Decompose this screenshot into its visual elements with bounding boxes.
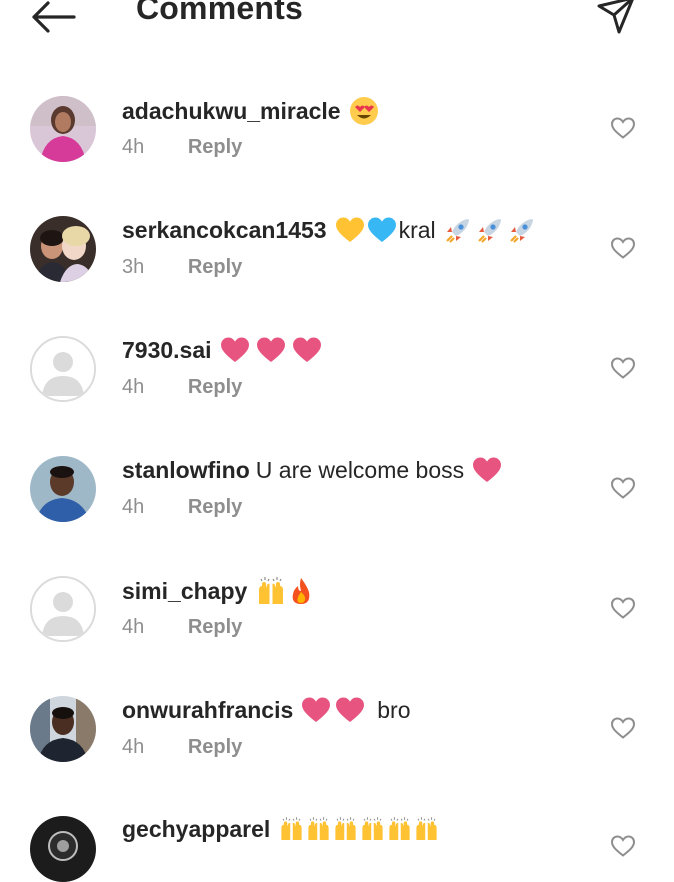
- comment-emojis-before: [335, 216, 397, 244]
- comment-emojis: [472, 456, 502, 484]
- comment-username[interactable]: serkancokcan1453: [122, 217, 327, 244]
- pink-heart-emoji-icon: [220, 337, 249, 362]
- reply-button[interactable]: Reply: [188, 376, 242, 399]
- comment-text: U are welcome boss: [255, 456, 465, 483]
- rocket-emoji-icon: [445, 219, 469, 243]
- comment-username[interactable]: gechyapparel: [122, 816, 270, 843]
- pink-heart-emoji-icon: [292, 337, 321, 362]
- comment-emojis: [444, 216, 536, 244]
- reply-button[interactable]: Reply: [188, 616, 242, 639]
- comment-item: gechyapparel: [0, 810, 674, 882]
- comment-username[interactable]: stanlowfino: [122, 457, 250, 484]
- fire-emoji-icon: [292, 578, 310, 604]
- comment-item: onwurahfrancis bro 4h Reply: [0, 690, 674, 810]
- pink-heart-emoji-icon: [256, 337, 285, 362]
- pink-heart-emoji-icon: [336, 697, 365, 722]
- heart-icon[interactable]: [610, 116, 636, 140]
- heart-icon[interactable]: [610, 716, 636, 740]
- pink-heart-emoji-icon: [473, 457, 502, 482]
- comment-item: serkancokcan1453 kral 3h Reply: [0, 210, 674, 330]
- blue-heart-emoji-icon: [367, 217, 396, 242]
- heart-icon[interactable]: [610, 236, 636, 260]
- raising-hands-emoji-icon: [308, 817, 329, 840]
- comment-time: 4h: [122, 616, 145, 638]
- raising-hands-emoji-icon: [389, 817, 410, 840]
- comment-username[interactable]: 7930.sai: [122, 337, 212, 364]
- arrow-left-icon: [32, 1, 76, 33]
- heart-eyes-emoji-icon: [349, 97, 378, 125]
- raising-hands-emoji-icon: [335, 817, 356, 840]
- reply-button[interactable]: Reply: [188, 496, 242, 519]
- avatar-default[interactable]: [30, 576, 96, 642]
- comment-item: simi_chapy 4h Reply: [0, 570, 674, 690]
- yellow-heart-emoji-icon: [335, 217, 364, 242]
- reply-button[interactable]: Reply: [188, 736, 242, 759]
- rocket-emoji-icon: [509, 219, 533, 243]
- heart-icon[interactable]: [610, 476, 636, 500]
- avatar[interactable]: [30, 216, 96, 282]
- comment-item: 7930.sai 4h Reply: [0, 330, 674, 450]
- rocket-emoji-icon: [477, 219, 501, 243]
- comment-time: 4h: [122, 376, 145, 398]
- comment-time: 4h: [122, 136, 145, 158]
- share-button[interactable]: [593, 0, 637, 36]
- back-button[interactable]: [30, 0, 78, 34]
- comment-emojis: [349, 96, 379, 126]
- heart-icon[interactable]: [610, 596, 636, 620]
- comment-item: stanlowfino U are welcome boss 4h Reply: [0, 450, 674, 570]
- raising-hands-emoji-icon: [281, 817, 302, 840]
- comment-text: bro: [377, 696, 411, 723]
- comment-time: 3h: [122, 256, 145, 278]
- raising-hands-emoji-icon: [259, 577, 284, 604]
- heart-icon[interactable]: [610, 834, 636, 858]
- paper-plane-icon: [597, 0, 634, 34]
- header: Comments: [0, 0, 674, 60]
- avatar[interactable]: [30, 696, 96, 762]
- pink-heart-emoji-icon: [302, 697, 331, 722]
- comment-time: 4h: [122, 496, 145, 518]
- heart-icon[interactable]: [610, 356, 636, 380]
- comment-emojis-before: [301, 696, 365, 724]
- reply-button[interactable]: Reply: [188, 256, 242, 279]
- comment-username[interactable]: adachukwu_miracle: [122, 98, 341, 125]
- comment-text: kral: [398, 216, 436, 243]
- raising-hands-emoji-icon: [416, 817, 437, 840]
- comment-emojis: [255, 576, 313, 606]
- comment-time: 4h: [122, 736, 145, 758]
- raising-hands-emoji-icon: [362, 817, 383, 840]
- comment-username[interactable]: onwurahfrancis: [122, 697, 293, 724]
- page-title: Comments: [136, 0, 303, 26]
- avatar[interactable]: [30, 96, 96, 162]
- comment-emojis: [278, 814, 440, 844]
- comment-username[interactable]: simi_chapy: [122, 578, 247, 605]
- avatar[interactable]: [30, 456, 96, 522]
- avatar-default[interactable]: [30, 336, 96, 402]
- reply-button[interactable]: Reply: [188, 136, 242, 159]
- comment-emojis: [220, 336, 322, 364]
- comment-item: adachukwu_miracle 4h Reply: [0, 90, 674, 210]
- avatar[interactable]: [30, 816, 96, 882]
